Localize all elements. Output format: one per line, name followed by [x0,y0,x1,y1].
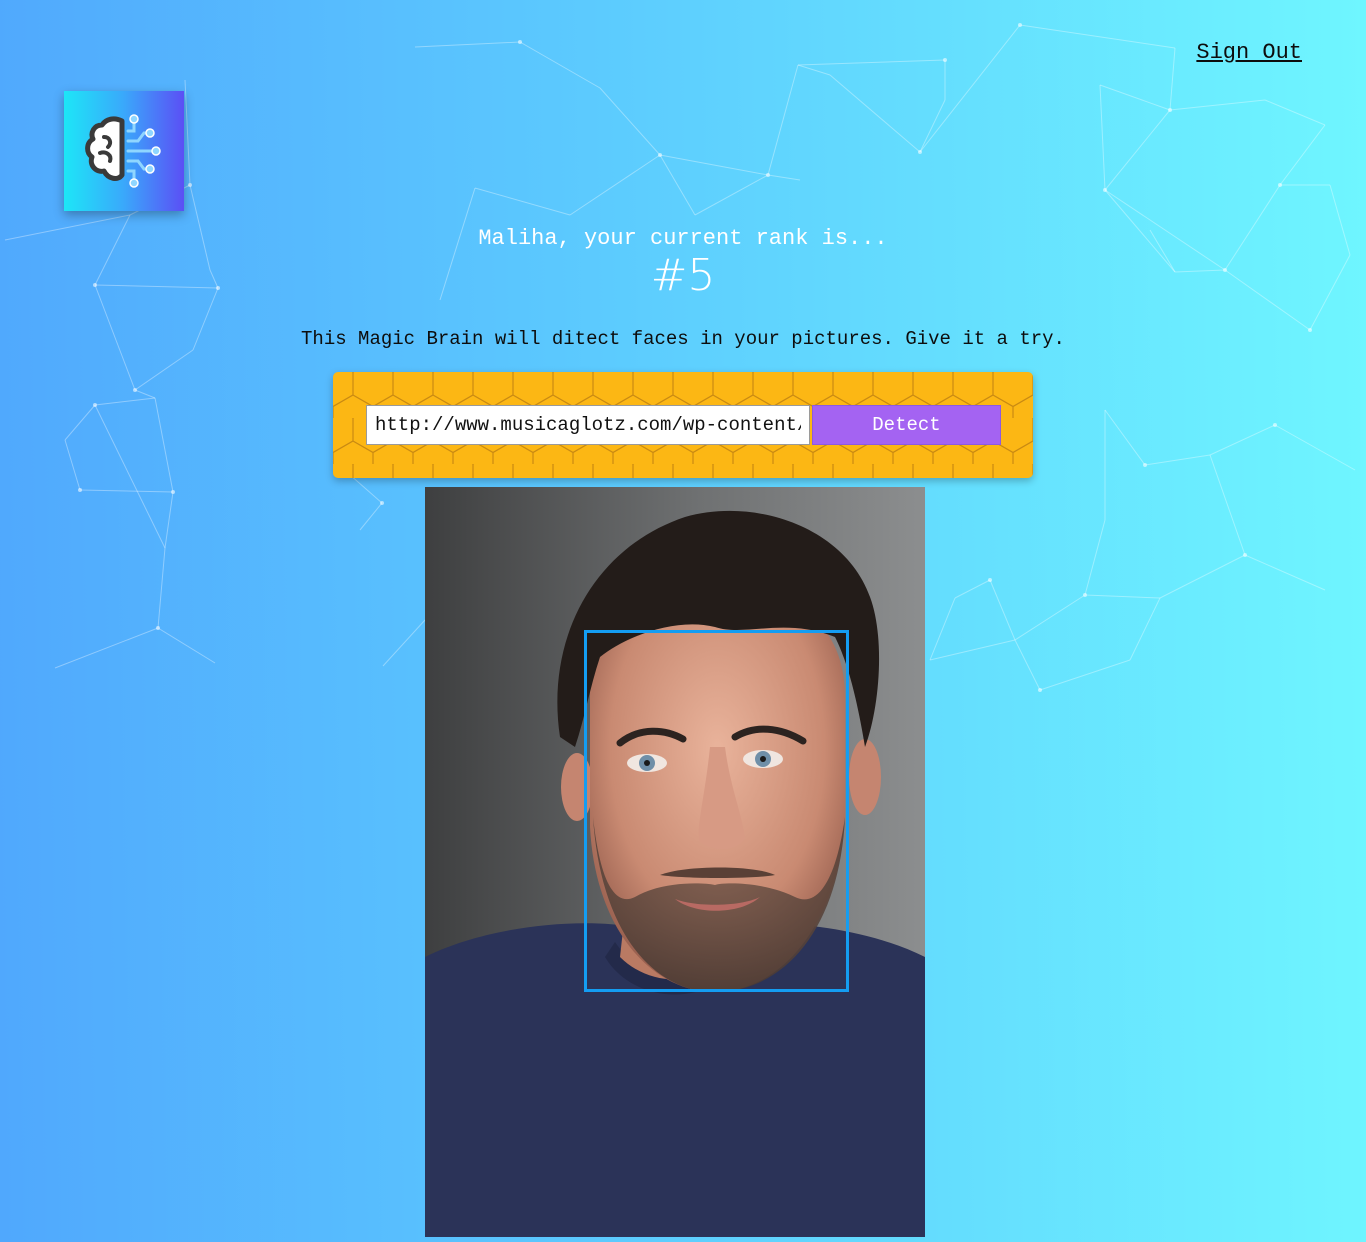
detection-result-image [425,487,925,1237]
intro-text: This Magic Brain will ditect faces in yo… [301,328,1065,350]
rank-value: #5 [650,250,716,301]
sign-out-link[interactable]: Sign Out [1196,40,1302,65]
rank-message: Maliha, your current rank is... [478,226,888,251]
image-url-input[interactable] [366,405,810,445]
face-bounding-box [584,630,849,992]
brain-circuit-icon [85,114,161,188]
image-url-form: Detect [333,372,1033,478]
app-logo[interactable] [64,91,184,211]
detect-button[interactable]: Detect [812,405,1001,445]
